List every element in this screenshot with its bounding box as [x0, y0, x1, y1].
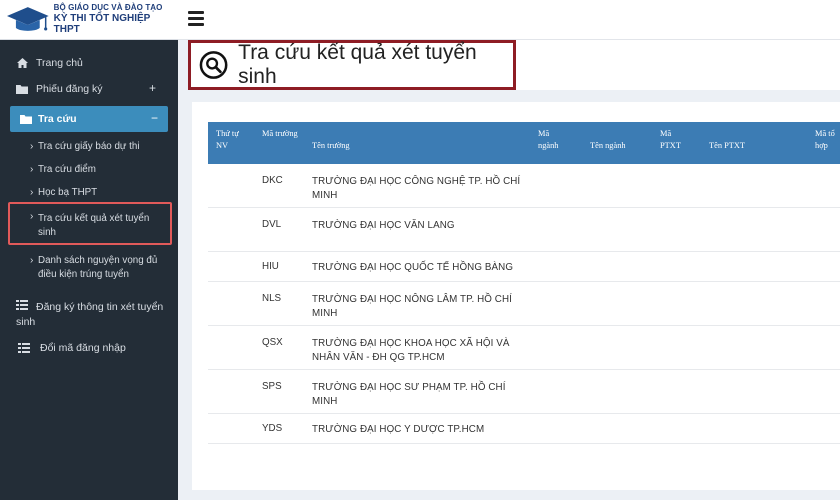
brand-exam: KỲ THI TỐT NGHIỆP THPT — [53, 12, 151, 36]
brand-ministry: BỘ GIÁO DỤC VÀ ĐÀO TẠO — [53, 3, 163, 13]
cell-ten-truong: TRƯỜNG ĐẠI HỌC VĂN LANG — [312, 220, 455, 231]
cell-ma-truong: NLS — [262, 293, 282, 304]
header-ma-ptxt: Mã PTXT — [660, 129, 681, 150]
sidebar-item-label: Đăng ký thông tin xét tuyển sinh — [16, 301, 164, 328]
list-icon — [16, 300, 28, 315]
cell-ma-truong: YDS — [262, 423, 283, 434]
collapse-icon[interactable]: − — [151, 111, 158, 125]
list-icon — [16, 343, 32, 353]
cell-ten-truong: TRƯỜNG ĐẠI HỌC SƯ PHẠM TP. HỒ CHÍ MINH — [312, 382, 506, 407]
hamburger-icon[interactable] — [188, 11, 204, 27]
sidebar-menu: Trang chủ Phiếu đăng ký + Tra cứu − Tra … — [0, 40, 178, 360]
page-title: Tra cứu kết quả xét tuyển sinh — [238, 41, 477, 88]
brand-text: BỘ GIÁO DỤC VÀ ĐÀO TẠO KỲ THI TỐT NGHIỆP… — [54, 3, 178, 35]
cell-ma-truong: HIU — [262, 261, 279, 272]
header-ten-truong: Tên trường — [312, 141, 350, 150]
table-header: Thứ tự NV Mã trường Tên trường Mã ngành … — [208, 122, 840, 164]
table-body: DKC TRƯỜNG ĐẠI HỌC CÔNG NGHỆ TP. HỒ CHÍ … — [208, 164, 840, 444]
header-ten-ptxt: Tên PTXT — [709, 141, 746, 150]
table-row: QSX TRƯỜNG ĐẠI HỌC KHOA HỌC XÃ HỘI VÀ NH… — [208, 326, 840, 370]
table-row: YDS TRƯỜNG ĐẠI HỌC Y DƯỢC TP.HCM — [208, 414, 840, 444]
header-thu-tu-nv: Thứ tự NV — [216, 129, 239, 150]
cell-ma-truong: SPS — [262, 381, 282, 392]
sidebar-item-label: Đổi mã đăng nhập — [40, 342, 126, 354]
folder-open-icon — [18, 114, 34, 124]
submenu-label: Học bạ THPT — [38, 187, 98, 198]
header-ten-nganh: Tên ngành — [590, 141, 626, 150]
folder-icon — [14, 84, 30, 94]
brand[interactable]: BỘ GIÁO DỤC VÀ ĐÀO TẠO KỲ THI TỐT NGHIỆP… — [0, 0, 178, 40]
cell-ma-truong: DKC — [262, 175, 283, 186]
submenu-item-danh-sach-nguyen-vong[interactable]: Danh sách nguyện vọng đủ điều kiện trúng… — [0, 254, 178, 294]
sidebar-item-tra-cuu[interactable]: Tra cứu − — [10, 106, 168, 132]
graduation-cap-logo-icon — [6, 6, 49, 31]
sidebar-item-label: Trang chủ — [36, 57, 83, 69]
results-card: Thứ tự NV Mã trường Tên trường Mã ngành … — [192, 102, 840, 490]
submenu-label: Tra cứu giấy báo dự thi — [38, 141, 140, 152]
table-row: DVL TRƯỜNG ĐẠI HỌC VĂN LANG — [208, 208, 840, 252]
submenu-item-tra-cuu-diem[interactable]: Tra cứu điểm — [0, 163, 178, 186]
submenu-label: Tra cứu điểm — [38, 164, 96, 175]
cell-ten-truong: TRƯỜNG ĐẠI HỌC QUỐC TẾ HỒNG BÀNG — [312, 262, 514, 273]
header-ma-truong: Mã trường — [262, 129, 298, 138]
header-ma-nganh: Mã ngành — [538, 129, 559, 150]
cell-ma-truong: QSX — [262, 337, 283, 348]
highlight-annotation — [8, 202, 172, 245]
cell-ma-truong: DVL — [262, 219, 282, 230]
cell-ten-truong: TRƯỜNG ĐẠI HỌC KHOA HỌC XÃ HỘI VÀ NHÂN V… — [312, 338, 510, 363]
header-ma-to-hop: Mã tổ hợp — [815, 129, 835, 150]
sidebar: BỘ GIÁO DỤC VÀ ĐÀO TẠO KỲ THI TỐT NGHIỆP… — [0, 0, 178, 500]
sidebar-item-home[interactable]: Trang chủ — [0, 52, 178, 74]
cell-ten-truong: TRƯỜNG ĐẠI HỌC CÔNG NGHỆ TP. HỒ CHÍ MINH — [312, 176, 521, 201]
sidebar-item-label: Phiếu đăng ký — [36, 83, 103, 95]
cell-ten-truong: TRƯỜNG ĐẠI HỌC Y DƯỢC TP.HCM — [312, 424, 485, 435]
home-icon — [14, 58, 30, 68]
cell-ten-truong: TRƯỜNG ĐẠI HỌC NÔNG LÂM TP. HỒ CHÍ MINH — [312, 294, 512, 319]
table-row: DKC TRƯỜNG ĐẠI HỌC CÔNG NGHỆ TP. HỒ CHÍ … — [208, 164, 840, 208]
sidebar-item-phieu-dang-ky[interactable]: Phiếu đăng ký + — [0, 74, 178, 104]
topbar — [178, 0, 840, 40]
table-row: HIU TRƯỜNG ĐẠI HỌC QUỐC TẾ HỒNG BÀNG — [208, 252, 840, 282]
table-row: NLS TRƯỜNG ĐẠI HỌC NÔNG LÂM TP. HỒ CHÍ M… — [208, 282, 840, 326]
sidebar-item-doi-ma[interactable]: Đổi mã đăng nhập — [0, 336, 178, 360]
sidebar-item-label: Tra cứu — [38, 113, 77, 125]
page-title-box: Tra cứu kết quả xét tuyển sinh — [188, 40, 516, 90]
title-strip — [516, 40, 840, 90]
table-row: SPS TRƯỜNG ĐẠI HỌC SƯ PHẠM TP. HỒ CHÍ MI… — [208, 370, 840, 414]
search-icon — [199, 51, 228, 79]
expand-icon[interactable]: + — [149, 81, 156, 95]
sidebar-item-dang-ky-thong-tin[interactable]: Đăng ký thông tin xét tuyển sinh — [0, 294, 178, 336]
submenu-item-giay-bao-du-thi[interactable]: Tra cứu giấy báo dự thi — [0, 140, 178, 163]
submenu-label: Danh sách nguyện vọng đủ điều kiện trúng… — [38, 255, 158, 280]
